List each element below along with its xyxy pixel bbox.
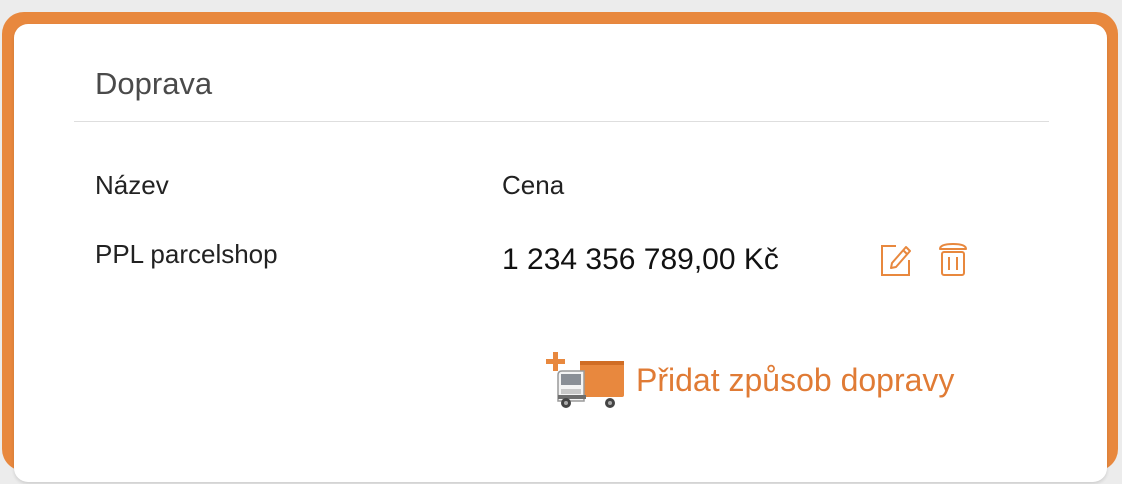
truck-add-icon	[546, 352, 624, 408]
title-divider	[74, 121, 1049, 122]
edit-icon	[881, 245, 911, 276]
add-shipping-method-label: Přidat způsob dopravy	[636, 362, 955, 398]
column-header-name: Název	[95, 170, 169, 200]
delete-button[interactable]	[937, 241, 969, 277]
section-title: Doprava	[95, 66, 213, 101]
trash-icon	[939, 243, 967, 276]
card-accent-frame: Doprava Název Cena PPL parcelshop 1 234 …	[2, 12, 1118, 482]
shipping-method-name: PPL parcelshop	[95, 239, 278, 269]
shipping-method-price: 1 234 356 789,00 Kč	[502, 243, 779, 276]
edit-button[interactable]	[879, 241, 911, 277]
add-shipping-method-button[interactable]: Přidat způsob dopravy	[544, 349, 994, 409]
shipping-card: Doprava Název Cena PPL parcelshop 1 234 …	[14, 24, 1107, 482]
column-header-price: Cena	[502, 170, 565, 200]
